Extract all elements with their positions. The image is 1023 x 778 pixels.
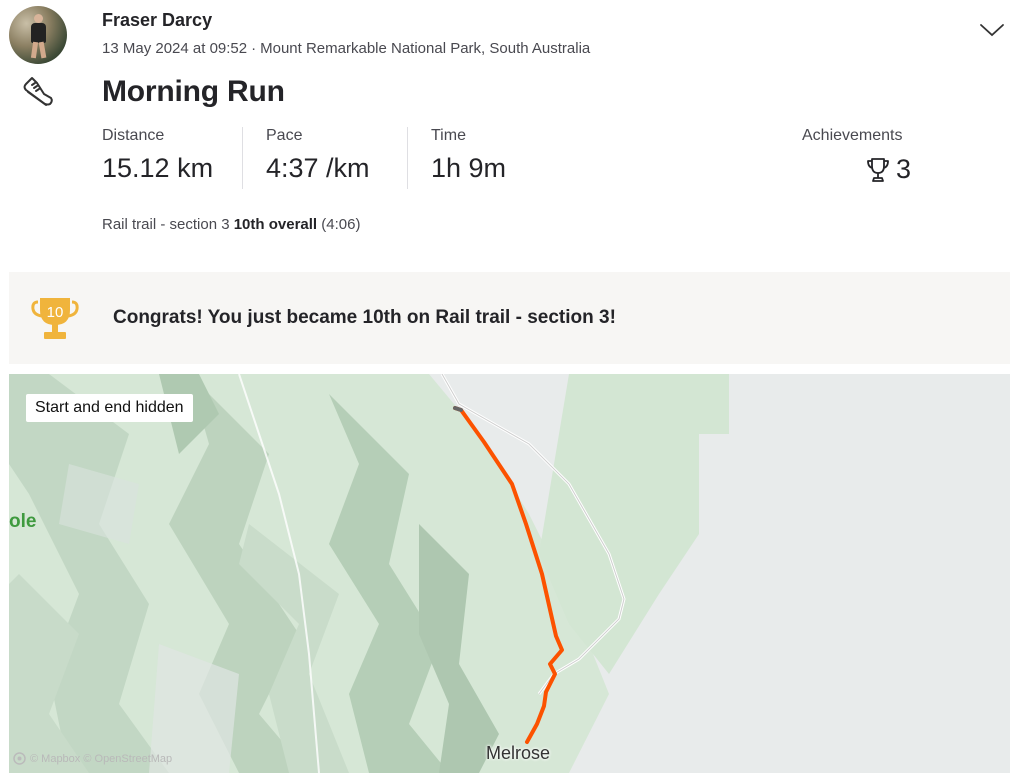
stat-divider bbox=[242, 127, 243, 189]
stat-pace: Pace 4:37 /km bbox=[266, 127, 370, 184]
stat-divider bbox=[407, 127, 408, 189]
map-town-label: Melrose bbox=[486, 743, 551, 763]
stat-label: Distance bbox=[102, 127, 165, 144]
map-terrain bbox=[9, 374, 1010, 773]
banner-text: Congrats! You just became 10th on Rail t… bbox=[113, 307, 616, 328]
stat-value: 4:37 /km bbox=[266, 153, 370, 183]
segment-rank: 10th overall bbox=[233, 216, 318, 233]
attribution-text: © Mapbox © OpenStreetMap bbox=[30, 752, 173, 765]
meta-separator: · bbox=[251, 40, 257, 57]
activity-location: Mount Remarkable National Park, South Au… bbox=[260, 40, 591, 57]
activity-date: 13 May 2024 at 09:52 bbox=[102, 40, 248, 57]
gold-trophy-icon: 10 bbox=[31, 298, 79, 339]
stat-label: Time bbox=[431, 127, 466, 144]
trophy-icon bbox=[867, 157, 889, 182]
segment-result[interactable]: Rail trail - section 3 10th overall (4:0… bbox=[102, 216, 360, 233]
map-place-label: ole bbox=[9, 511, 37, 532]
trophy-number: 10 bbox=[47, 304, 64, 321]
mapbox-logo-icon bbox=[13, 752, 26, 765]
segment-time: (4:06) bbox=[321, 216, 361, 233]
achievements-value: 3 bbox=[896, 154, 912, 184]
shoe-icon bbox=[23, 77, 53, 106]
route-map[interactable]: Start and end hidden ole Melrose © Mapbo… bbox=[9, 374, 1010, 773]
activity-title: Morning Run bbox=[102, 75, 285, 108]
stat-label: Pace bbox=[266, 127, 303, 144]
chevron-down-icon[interactable] bbox=[978, 20, 1006, 40]
segment-name: Rail trail - section 3 bbox=[102, 216, 230, 233]
stat-value: 15.12 km bbox=[102, 153, 214, 183]
achievements-count[interactable]: 3 bbox=[866, 154, 911, 185]
stat-value: 1h 9m bbox=[431, 153, 507, 183]
activity-meta: 13 May 2024 at 09:52 · Mount Remarkable Na… bbox=[102, 40, 590, 57]
privacy-badge: Start and end hidden bbox=[26, 394, 193, 422]
avatar[interactable] bbox=[9, 6, 67, 64]
athlete-name[interactable]: Fraser Darcy bbox=[102, 10, 212, 31]
map-attribution[interactable]: © Mapbox © OpenStreetMap bbox=[13, 752, 172, 765]
achievements-label: Achievements bbox=[802, 127, 903, 144]
stat-time: Time 1h 9m bbox=[431, 127, 506, 184]
stat-distance: Distance 15.12 km bbox=[102, 127, 213, 184]
